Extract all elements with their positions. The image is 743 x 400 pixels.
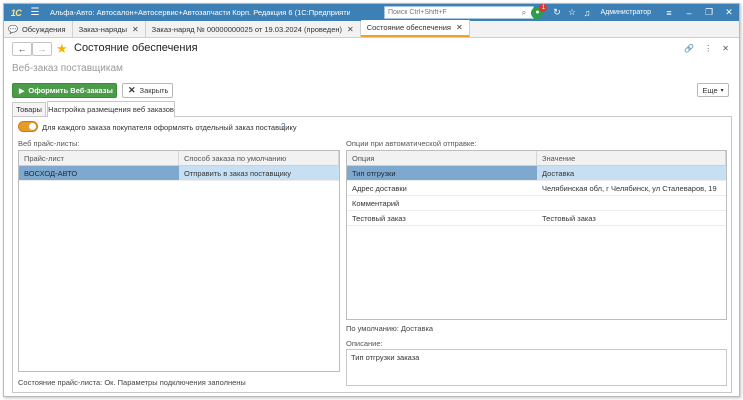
button-label: Оформить Веб-заказы [28, 86, 113, 95]
settings-icon[interactable]: ≡ [659, 8, 679, 18]
table-row[interactable]: Тип отгрузки Доставка [347, 166, 726, 181]
forward-button[interactable]: → [32, 42, 52, 56]
cell-value[interactable]: Челябинская обл, г Челябинск, ул Сталева… [537, 181, 726, 195]
app-title: Альфа-Авто: Автосалон+Автосервис+Автозап… [50, 8, 350, 17]
chevron-down-icon: ▾ [720, 87, 724, 94]
cell-option[interactable]: Адрес доставки [347, 181, 537, 195]
app-window: 1С ☰ Альфа-Авто: Автосалон+Автосервис+Ав… [3, 3, 740, 397]
column-header-option[interactable]: Опция [347, 151, 537, 165]
close-tab-icon[interactable]: ✕ [347, 25, 354, 34]
user-name[interactable]: Администратор [600, 9, 651, 16]
logo-text: 1С [10, 7, 22, 18]
play-icon: ▶ [19, 87, 25, 95]
cell-option[interactable]: Тип отгрузки [347, 166, 537, 180]
button-label: Еще [702, 85, 718, 95]
arrow-right-icon: → [37, 44, 47, 54]
close-icon: ✕ [128, 85, 136, 95]
chat-icon: 💬 [8, 24, 18, 34]
column-header-pricelist[interactable]: Прайс-лист [19, 151, 179, 165]
form-subtitle: Веб-заказ поставщикам [12, 63, 123, 74]
tab-label: Заказ-наряд № 00000000025 от 19.03.2024 … [151, 24, 342, 34]
link-icon[interactable]: 🔗 [684, 44, 694, 53]
close-button[interactable]: ✕ Закрыть [122, 83, 173, 98]
table-row[interactable]: Комментарий [347, 196, 726, 211]
bell-outline-icon[interactable]: ♫ [579, 8, 594, 18]
search-icon[interactable]: ⌕ [517, 8, 531, 18]
help-icon[interactable]: ? [281, 122, 285, 131]
tab-label: Заказ-наряды [78, 24, 127, 34]
pricelists-table[interactable]: Прайс-лист Способ заказа по умолчанию ВО… [18, 150, 340, 372]
back-button[interactable]: ← [12, 42, 32, 56]
notifications-badge: 1 [539, 4, 548, 12]
close-tab-icon[interactable]: ✕ [132, 25, 139, 34]
cell-option[interactable]: Тестовый заказ [347, 211, 537, 225]
toggle-knob [29, 123, 36, 130]
titlebar-tools: ● 1 ↻ ☆ ♫ Администратор ≡ – ❐ ✕ [531, 4, 739, 21]
separate-order-label: Для каждого заказа покупателя оформлять … [42, 123, 297, 132]
tab-supply-status[interactable]: Состояние обеспечения ✕ [360, 20, 470, 37]
minimize-icon[interactable]: – [679, 8, 699, 18]
table-header: Прайс-лист Способ заказа по умолчанию [19, 151, 339, 166]
global-search[interactable]: ⌕ [384, 6, 534, 19]
favorite-star-icon[interactable]: ★ [56, 41, 68, 57]
tab-label: Состояние обеспечения [366, 23, 451, 32]
description-caption: Описание: [346, 339, 383, 348]
column-header-value[interactable]: Значение [537, 151, 726, 165]
table-row[interactable]: Адрес доставки Челябинская обл, г Челяби… [347, 181, 726, 196]
menu-icon[interactable]: ☰ [28, 7, 42, 18]
table-header: Опция Значение [347, 151, 726, 166]
open-tabs-bar: 💬 Обсуждения Заказ-наряды ✕ Заказ-наряд … [4, 20, 739, 38]
button-label: Закрыть [139, 86, 169, 95]
submit-web-orders-button[interactable]: ▶ Оформить Веб-заказы [12, 83, 117, 98]
default-value-label: По умолчанию: Доставка [346, 324, 434, 333]
separate-order-toggle[interactable] [18, 121, 38, 132]
title-bar: 1С ☰ Альфа-Авто: Автосалон+Автосервис+Ав… [4, 4, 739, 21]
tab-work-orders[interactable]: Заказ-наряды ✕ [73, 21, 146, 37]
options-table[interactable]: Опция Значение Тип отгрузки Доставка Адр… [346, 150, 727, 320]
tab-discussions[interactable]: 💬 Обсуждения [4, 21, 73, 37]
pricelists-caption: Веб прайс-листы: [18, 139, 80, 148]
close-form-icon[interactable]: ✕ [722, 44, 729, 53]
arrow-left-icon: ← [17, 44, 27, 54]
favorites-icon[interactable]: ☆ [564, 7, 579, 18]
cell-method[interactable]: Отправить в заказ поставщику [179, 166, 339, 180]
form-header-tools: 🔗 ⋮ ✕ [684, 44, 729, 53]
table-row[interactable]: ВОСХОД-АВТО Отправить в заказ поставщику [19, 166, 339, 181]
pricelist-status: Состояние прайс-листа: Ок. Параметры под… [18, 378, 246, 387]
cell-value[interactable] [537, 196, 726, 210]
notifications-button[interactable]: ● 1 [531, 4, 548, 19]
options-caption: Опции при автоматической отправке: [346, 139, 477, 148]
description-field[interactable]: Тип отгрузки заказа [346, 349, 727, 386]
more-vertical-icon[interactable]: ⋮ [704, 44, 712, 53]
close-window-icon[interactable]: ✕ [719, 7, 739, 18]
cell-pricelist[interactable]: ВОСХОД-АВТО [19, 166, 179, 180]
app-logo: 1С [4, 4, 28, 21]
maximize-icon[interactable]: ❐ [699, 7, 719, 18]
search-input[interactable] [385, 7, 517, 18]
column-header-method[interactable]: Способ заказа по умолчанию [179, 151, 339, 165]
cell-option[interactable]: Комментарий [347, 196, 537, 210]
table-row[interactable]: Тестовый заказ Тестовый заказ [347, 211, 726, 226]
tab-goods[interactable]: Товары [12, 102, 46, 116]
page-title: Состояние обеспечения [74, 42, 198, 54]
more-button[interactable]: Еще ▾ [697, 83, 729, 97]
cell-value[interactable]: Тестовый заказ [537, 211, 726, 225]
tab-web-order-settings[interactable]: Настройка размещения веб заказов [47, 101, 175, 117]
tab-label: Обсуждения [21, 24, 66, 34]
close-tab-icon[interactable]: ✕ [456, 23, 463, 32]
tab-work-order-25[interactable]: Заказ-наряд № 00000000025 от 19.03.2024 … [146, 21, 361, 37]
history-icon[interactable]: ↻ [549, 7, 564, 18]
cell-value[interactable]: Доставка [537, 166, 726, 180]
